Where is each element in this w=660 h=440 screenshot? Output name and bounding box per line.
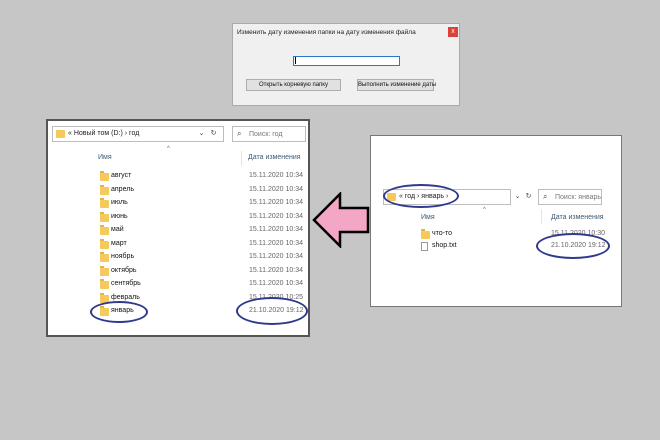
column-header-name[interactable]: Имя [421,214,435,221]
text-file-icon [421,242,428,251]
item-date: 15.11.2020 10:34 [249,266,303,274]
chevron-down-icon[interactable]: ⌄ [196,126,207,142]
item-name: апрель [111,185,134,193]
highlight-ellipse [536,233,610,259]
highlight-ellipse [236,297,308,325]
search-icon: ⌕ [237,129,242,138]
item-name: май [111,226,124,233]
list-item[interactable]: май 15.11.2020 10:34 [100,225,306,238]
folder-icon [100,238,109,249]
column-header-date[interactable]: Дата изменения [551,214,604,221]
search-icon: ⌕ [543,192,548,201]
list-item[interactable]: июль 15.11.2020 10:34 [100,198,306,211]
item-name: ноябрь [111,253,135,260]
item-date: 15.11.2020 10:34 [249,253,303,260]
breadcrumb[interactable]: « Новый том (D:) › год [68,130,139,137]
change-date-dialog: Изменить дату изменения папки на дату из… [232,23,460,106]
list-item[interactable]: сентябрь 15.11.2020 10:34 [100,279,306,292]
item-name: октябрь [111,266,137,274]
list-item[interactable]: ноябрь 15.11.2020 10:34 [100,252,306,265]
search-placeholder: Поиск: год [249,131,283,138]
folder-icon [100,265,109,276]
open-root-folder-button[interactable]: Открыть корневую папку [246,79,341,91]
item-date: 15.11.2020 10:34 [249,185,303,193]
list-item[interactable]: апрель 15.11.2020 10:34 [100,184,306,198]
item-name: август [111,172,132,179]
sort-up-icon: ^ [167,146,170,152]
item-name: июль [111,199,128,206]
highlight-ellipse [383,184,459,208]
column-header-date[interactable]: Дата изменения [248,154,301,161]
search-placeholder: Поиск: январь [555,194,602,201]
highlight-ellipse [90,301,148,323]
sort-up-icon: ^ [483,207,486,213]
folder-icon [100,252,109,262]
list-item[interactable]: август 15.11.2020 10:34 [100,171,306,184]
item-date: 15.11.2020 10:34 [249,172,303,179]
item-date: 15.11.2020 10:34 [249,239,303,247]
column-divider[interactable] [541,209,542,224]
folder-icon [100,171,109,181]
left-arrow-icon [312,192,370,248]
list-item[interactable]: март 15.11.2020 10:34 [100,238,306,252]
item-name: февраль [111,293,140,301]
list-item[interactable]: октябрь 15.11.2020 10:34 [100,265,306,279]
dialog-title: Изменить дату изменения папки на дату из… [237,29,416,36]
column-divider[interactable] [241,151,242,166]
explorer-window-january: « год › январь › ⌄ ↻ ⌕ Поиск: январь ^ И… [370,135,622,307]
item-name: shop.txt [432,242,457,249]
explorer-window-year: « Новый том (D:) › год ⌄ ↻ ⌕ Поиск: год … [46,119,310,337]
apply-date-change-button[interactable]: Выполнить изменение даты [357,79,436,91]
column-header-name[interactable]: Имя [98,154,112,161]
item-date: 15.11.2020 10:34 [249,280,303,287]
folder-icon [100,211,109,222]
close-icon[interactable]: x [448,27,458,37]
item-date: 15.11.2020 10:34 [249,199,303,206]
item-name: июнь [111,212,128,220]
refresh-icon[interactable]: ↻ [208,126,219,142]
folder-icon [100,184,109,195]
chevron-down-icon[interactable]: ⌄ [512,189,523,205]
folder-icon [56,130,65,138]
search-box[interactable]: ⌕ Поиск: год [232,126,306,142]
list-item[interactable]: июнь 15.11.2020 10:34 [100,211,306,225]
item-name: сентябрь [111,280,141,287]
folder-icon [421,229,430,239]
item-name: март [111,239,127,247]
item-date: 15.11.2020 10:34 [249,226,303,233]
text-caret [295,57,296,64]
folder-icon [100,279,109,289]
folder-icon [100,225,109,235]
item-name: что-то [432,230,453,237]
folder-icon [100,198,109,208]
refresh-icon[interactable]: ↻ [523,189,534,205]
item-date: 15.11.2020 10:34 [249,212,303,220]
search-box[interactable]: ⌕ Поиск: январь [538,189,602,205]
path-input[interactable] [293,56,400,66]
